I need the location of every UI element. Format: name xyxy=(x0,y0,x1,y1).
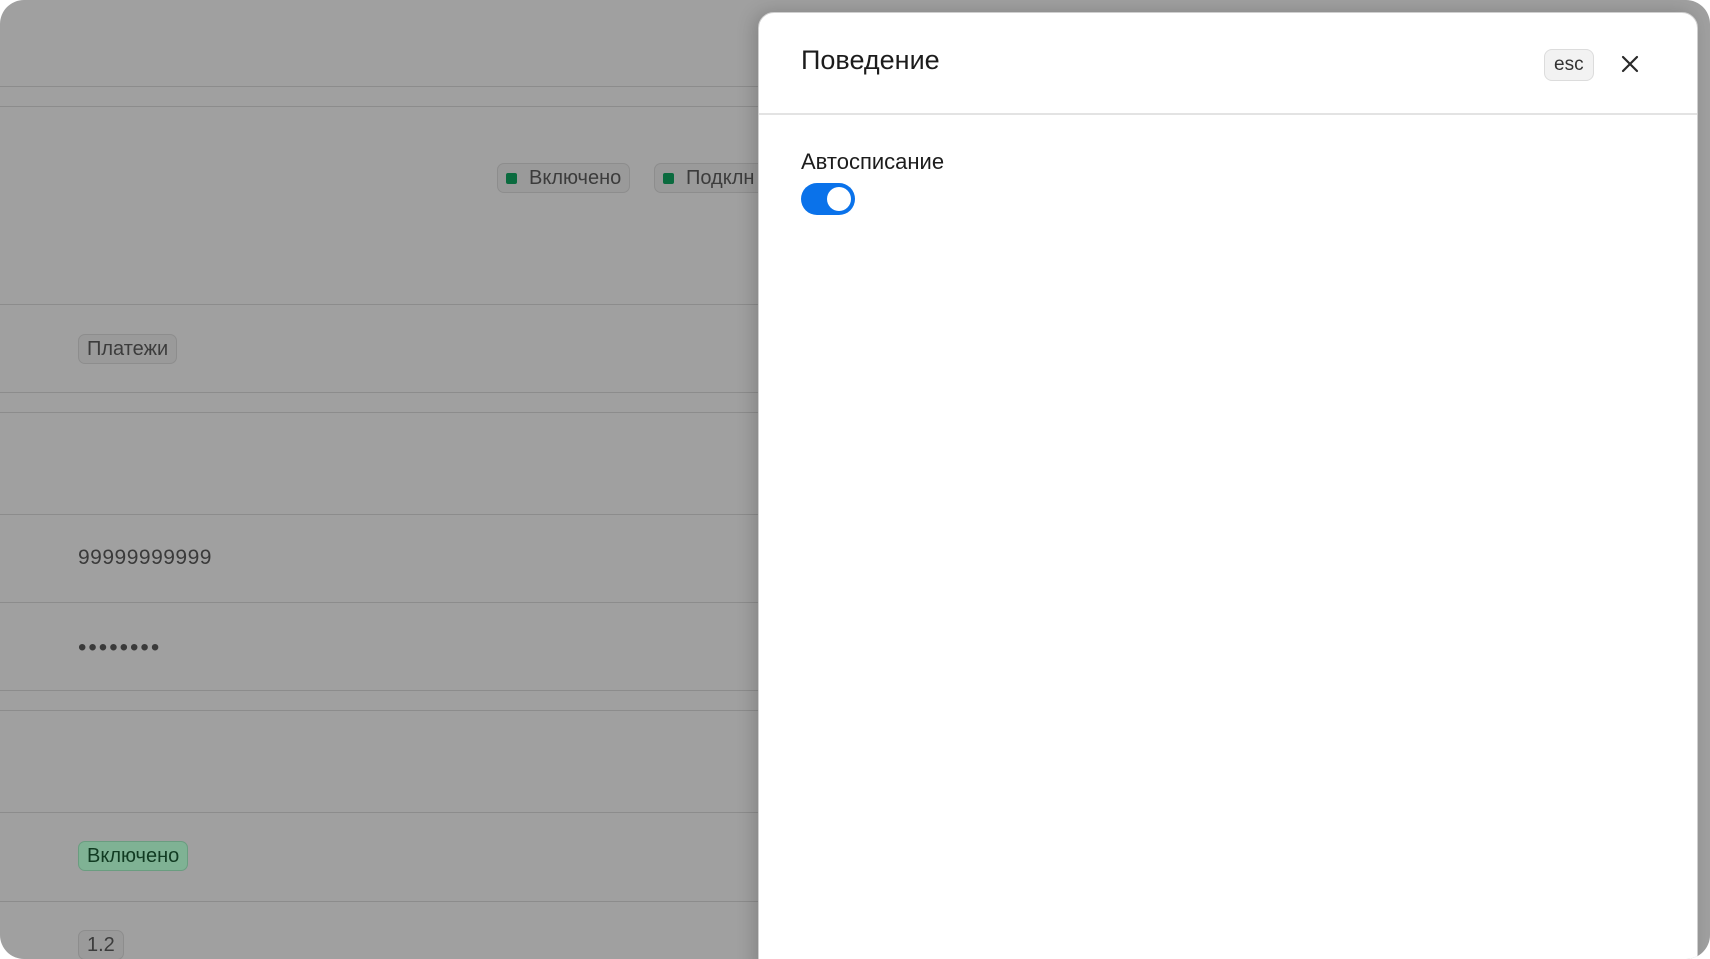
close-button[interactable] xyxy=(1616,52,1644,80)
toggle-knob xyxy=(827,187,851,211)
status-pill-enabled: Включено xyxy=(497,163,631,193)
status-pill-label: Подклн xyxy=(686,166,755,189)
payments-tag-label: Платежи xyxy=(87,337,169,360)
status-dot-icon xyxy=(663,172,674,184)
autodebit-label: Автосписание xyxy=(801,149,945,174)
enabled-tag-label: Включено xyxy=(87,844,180,867)
divider xyxy=(0,901,760,902)
divider xyxy=(0,86,760,87)
divider xyxy=(0,812,760,813)
version-tag: 1.2 xyxy=(78,930,124,959)
masked-password: •••••••• xyxy=(78,634,162,661)
divider xyxy=(0,412,760,413)
divider xyxy=(0,106,760,107)
divider xyxy=(0,690,760,691)
divider xyxy=(0,514,760,515)
divider xyxy=(0,602,760,603)
status-pill-label: Включено xyxy=(529,166,622,189)
enabled-tag: Включено xyxy=(78,841,189,871)
esc-shortcut-badge[interactable]: esc xyxy=(1544,49,1594,81)
esc-label: esc xyxy=(1554,54,1584,75)
drawer-header: Поведение esc xyxy=(759,13,1697,115)
version-tag-label: 1.2 xyxy=(87,933,115,956)
divider xyxy=(0,392,760,393)
payments-tag: Платежи xyxy=(78,334,178,364)
divider xyxy=(0,304,760,305)
status-dot-icon xyxy=(506,172,517,184)
app-window: Включено Подклн Платежи 99999999999 ••••… xyxy=(0,0,1710,959)
behavior-drawer: Поведение esc Автосписание xyxy=(758,12,1698,959)
close-icon xyxy=(1620,54,1640,79)
drawer-title: Поведение xyxy=(801,45,940,75)
account-number: 99999999999 xyxy=(78,546,212,569)
divider xyxy=(0,710,760,711)
status-pill-connected: Подклн xyxy=(654,163,764,193)
autodebit-toggle[interactable] xyxy=(801,183,855,215)
